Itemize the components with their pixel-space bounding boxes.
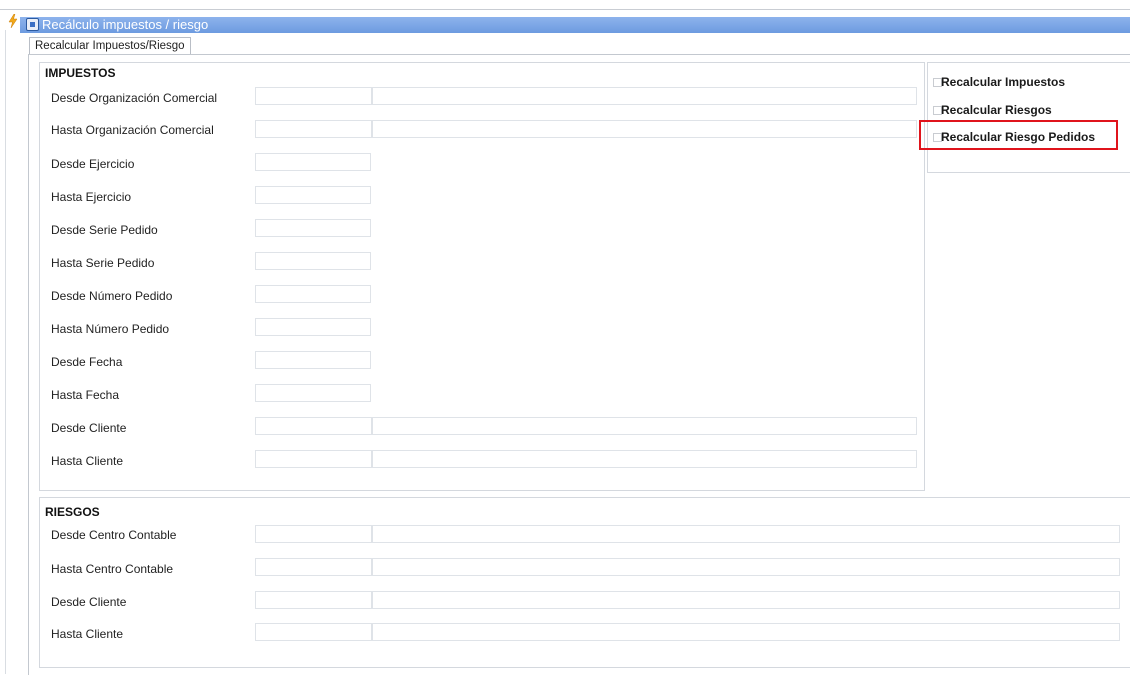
desde-centro-contable-input[interactable]	[255, 525, 372, 543]
field-label: Desde Organización Comercial	[51, 91, 218, 105]
field-label: Desde Ejercicio	[51, 157, 135, 171]
highlight-annotation-box	[919, 120, 1118, 150]
hasta-ejercicio-input[interactable]	[255, 186, 371, 204]
field-label: Hasta Centro Contable	[51, 562, 174, 576]
recalcular-riesgos-label[interactable]: Recalcular Riesgos	[941, 103, 1052, 117]
hasta-cliente-description[interactable]	[372, 450, 917, 468]
desde-cliente-input[interactable]	[255, 417, 372, 435]
hasta-organizacion-comercial-input[interactable]	[255, 120, 372, 138]
hasta-fecha-input[interactable]	[255, 384, 371, 402]
desde-serie-pedido-input[interactable]	[255, 219, 371, 237]
hasta-serie-pedido-input[interactable]	[255, 252, 371, 270]
tab-recalcular-impuestos-riesgo[interactable]: Recalcular Impuestos/Riesgo	[29, 37, 191, 55]
field-label: Desde Fecha	[51, 355, 123, 369]
field-label: Hasta Cliente	[51, 454, 124, 468]
desde-numero-pedido-input[interactable]	[255, 285, 371, 303]
window-form-icon	[26, 18, 39, 31]
field-label: Desde Cliente	[51, 421, 127, 435]
window-title-bar: Recálculo impuestos / riesgo	[20, 17, 1130, 33]
riesgos-hasta-cliente-input[interactable]	[255, 623, 372, 641]
field-label: Desde Número Pedido	[51, 289, 173, 303]
field-label: Desde Serie Pedido	[51, 223, 158, 237]
field-label: Hasta Organización Comercial	[51, 123, 214, 137]
hasta-organizacion-comercial-description[interactable]	[372, 120, 917, 138]
desde-fecha-input[interactable]	[255, 351, 371, 369]
field-label: Desde Cliente	[51, 595, 127, 609]
hasta-numero-pedido-input[interactable]	[255, 318, 371, 336]
riesgos-panel	[39, 497, 1130, 668]
desde-organizacion-comercial-input[interactable]	[255, 87, 372, 105]
desde-centro-contable-description[interactable]	[372, 525, 1120, 543]
impuestos-section-title: IMPUESTOS	[45, 66, 116, 80]
desde-cliente-description[interactable]	[372, 417, 917, 435]
field-label: Hasta Cliente	[51, 627, 124, 641]
field-label: Hasta Serie Pedido	[51, 256, 155, 270]
hasta-centro-contable-input[interactable]	[255, 558, 372, 576]
top-border-line	[0, 9, 1130, 10]
desde-organizacion-comercial-description[interactable]	[372, 87, 917, 105]
field-label: Desde Centro Contable	[51, 528, 177, 542]
riesgos-hasta-cliente-description[interactable]	[372, 623, 1120, 641]
riesgos-section-title: RIESGOS	[45, 505, 100, 519]
riesgos-desde-cliente-input[interactable]	[255, 591, 372, 609]
lightning-bolt-icon[interactable]	[8, 13, 18, 31]
hasta-cliente-input[interactable]	[255, 450, 372, 468]
recalcular-impuestos-label[interactable]: Recalcular Impuestos	[941, 75, 1065, 89]
field-label: Hasta Fecha	[51, 388, 120, 402]
hasta-centro-contable-description[interactable]	[372, 558, 1120, 576]
window-title: Recálculo impuestos / riesgo	[42, 17, 209, 32]
desde-ejercicio-input[interactable]	[255, 153, 371, 171]
field-label: Hasta Ejercicio	[51, 190, 132, 204]
riesgos-desde-cliente-description[interactable]	[372, 591, 1120, 609]
field-label: Hasta Número Pedido	[51, 322, 170, 336]
left-border	[5, 30, 6, 674]
